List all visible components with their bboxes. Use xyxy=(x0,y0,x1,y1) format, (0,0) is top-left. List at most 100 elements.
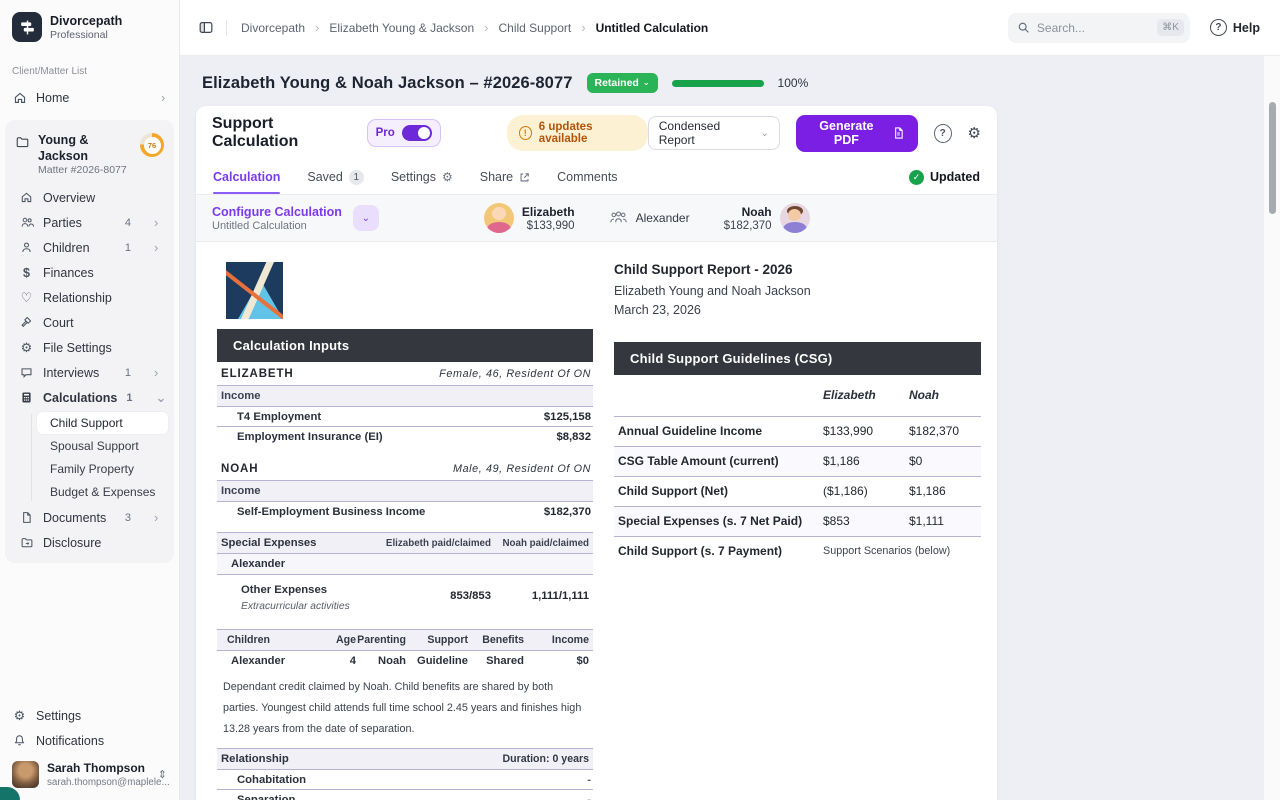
csg-column: Child Support Report - 2026 Elizabeth Yo… xyxy=(614,260,981,800)
pdf-document-icon xyxy=(892,126,905,140)
party-alexander[interactable]: Alexander xyxy=(609,210,690,227)
help-button[interactable]: ? Help xyxy=(1210,19,1260,36)
tab-saved[interactable]: Saved1 xyxy=(307,160,363,194)
user-email: sarah.thompson@maplele... xyxy=(47,777,150,788)
search-field[interactable] xyxy=(1037,21,1137,35)
user-avatar xyxy=(12,761,39,788)
chevron-right-icon: › xyxy=(161,91,169,104)
table-row: Special Expenses (s. 7 Net Paid) $853 $1… xyxy=(614,506,981,536)
configure-calculation-link[interactable]: Configure Calculation xyxy=(212,204,342,220)
sidebar-item-calculations[interactable]: Calculations 1 ⌄ xyxy=(7,385,172,410)
search-shortcut: ⌘K xyxy=(1157,19,1184,36)
calculation-inputs-column: Calculation Inputs ELIZABETH Female, 46,… xyxy=(217,260,593,800)
divorcepath-logo-icon xyxy=(12,12,42,42)
calculation-inputs-header: Calculation Inputs xyxy=(217,329,593,362)
chevron-right-icon: › xyxy=(484,20,488,35)
sidebar: Divorcepath Professional Client/Matter L… xyxy=(0,0,180,800)
sidebar-item-home[interactable]: Home › xyxy=(0,85,179,110)
status-badge[interactable]: Retained ⌄ xyxy=(587,73,658,93)
chevron-down-icon: ⌄ xyxy=(362,213,370,224)
configure-expand-button[interactable]: ⌄ xyxy=(353,205,379,231)
report-title-block: Child Support Report - 2026 Elizabeth Yo… xyxy=(614,262,981,321)
special-expenses-header: Special Expenses Elizabeth paid/claimed … xyxy=(217,532,593,554)
check-icon: ✓ xyxy=(909,170,924,185)
folder-icon xyxy=(15,135,30,149)
breadcrumb-child-support[interactable]: Child Support xyxy=(499,21,572,35)
documents-count: 3 xyxy=(125,512,131,524)
tab-share[interactable]: Share xyxy=(480,160,530,194)
progress-bar xyxy=(672,80,764,87)
elizabeth-avatar xyxy=(484,203,514,233)
sidebar-item-parties[interactable]: Parties 4 › xyxy=(7,210,172,235)
sidebar-toggle-icon[interactable] xyxy=(198,20,214,35)
calculator-icon xyxy=(19,391,34,404)
table-row: Alexander 4 Noah Guideline Shared $0 xyxy=(217,651,593,671)
party-noah[interactable]: Noah $182,370 xyxy=(724,203,810,233)
matter-card: Young & Jackson Matter #2026-8077 76 Ove… xyxy=(5,120,174,563)
interviews-count: 1 xyxy=(125,367,131,379)
table-row: Cohabitation - xyxy=(217,770,593,789)
matter-progress-ring: 76 xyxy=(140,133,164,157)
pro-toggle[interactable]: Pro xyxy=(367,119,441,147)
chevron-right-icon: › xyxy=(315,20,319,35)
support-calculation-card: Support Calculation Pro ! 6 updates avai… xyxy=(196,106,997,800)
sidebar-subitem-child-support[interactable]: Child Support xyxy=(37,412,168,434)
matter-header[interactable]: Young & Jackson Matter #2026-8077 76 xyxy=(7,126,172,185)
report-type-select[interactable]: Condensed Report ⌄ xyxy=(648,116,780,150)
tab-calculation[interactable]: Calculation xyxy=(213,160,280,194)
sidebar-item-court[interactable]: Court xyxy=(7,310,172,335)
toggle-switch-on[interactable] xyxy=(402,125,432,141)
gear-icon: ⚙ xyxy=(19,340,34,356)
generate-pdf-button[interactable]: Generate PDF xyxy=(796,115,918,152)
sidebar-item-children[interactable]: Children 1 › xyxy=(7,235,172,260)
elizabeth-income: $133,990 xyxy=(522,220,575,232)
sidebar-item-notifications[interactable]: Notifications xyxy=(10,728,169,753)
breadcrumb-matter[interactable]: Elizabeth Young & Jackson xyxy=(329,21,474,35)
alert-icon: ! xyxy=(519,126,532,140)
sidebar-item-relationship[interactable]: ♡ Relationship xyxy=(7,285,172,310)
heart-icon: ♡ xyxy=(19,290,34,306)
card-help-icon[interactable]: ? xyxy=(934,124,952,143)
party-elizabeth[interactable]: Elizabeth $133,990 xyxy=(484,203,575,233)
sidebar-item-disclosure[interactable]: Disclosure xyxy=(7,530,172,555)
chevron-down-icon: ⌄ xyxy=(761,128,769,139)
sidebar-item-file-settings[interactable]: ⚙ File Settings xyxy=(7,335,172,360)
client-matter-list-label: Client/Matter List xyxy=(12,66,167,77)
help-icon: ? xyxy=(1210,19,1227,36)
sidebar-subitem-budget-expenses[interactable]: Budget & Expenses xyxy=(37,481,168,503)
sidebar-subitem-spousal-support[interactable]: Spousal Support xyxy=(37,435,168,457)
search-input[interactable]: ⌘K xyxy=(1008,13,1190,43)
sidebar-item-settings[interactable]: ⚙ Settings xyxy=(10,703,169,728)
tab-bar: Calculation Saved1 Settings⚙ Share Comme… xyxy=(196,160,997,195)
calculations-count: 1 xyxy=(126,392,132,404)
sidebar-subitem-family-property[interactable]: Family Property xyxy=(37,458,168,480)
tab-comments[interactable]: Comments xyxy=(557,160,617,194)
gear-icon: ⚙ xyxy=(12,708,27,724)
configure-row: Configure Calculation Untitled Calculati… xyxy=(196,195,997,242)
sidebar-item-documents[interactable]: Documents 3 › xyxy=(7,505,172,530)
user-menu[interactable]: Sarah Thompson sarah.thompson@maplele...… xyxy=(10,761,169,788)
sidebar-item-interviews[interactable]: Interviews 1 › xyxy=(7,360,172,385)
relationship-header: Relationship Duration: 0 years xyxy=(217,748,593,770)
updated-status: ✓ Updated xyxy=(909,160,980,194)
updates-available-banner[interactable]: ! 6 updates available xyxy=(507,115,648,151)
tab-settings[interactable]: Settings⚙ xyxy=(391,160,453,194)
sidebar-item-overview[interactable]: Overview xyxy=(7,185,172,210)
table-row: Separation - xyxy=(217,789,593,800)
card-header: Support Calculation Pro ! 6 updates avai… xyxy=(196,106,997,160)
csg-header: Child Support Guidelines (CSG) xyxy=(614,342,981,375)
breadcrumb-current: Untitled Calculation xyxy=(596,21,709,35)
scrollbar-thumb[interactable] xyxy=(1269,102,1276,214)
card-title: Support Calculation xyxy=(212,115,353,151)
user-name: Sarah Thompson xyxy=(47,761,150,777)
matter-number: Matter #2026-8077 xyxy=(38,164,132,176)
brand-tier: Professional xyxy=(50,29,122,41)
table-row: CSG Table Amount (current) $1,186 $0 xyxy=(614,446,981,476)
card-settings-icon[interactable]: ⚙ xyxy=(968,124,981,142)
scrollbar-track[interactable] xyxy=(1264,56,1280,800)
sidebar-item-finances[interactable]: $ Finances xyxy=(7,260,172,285)
report-logo-image xyxy=(226,262,283,319)
breadcrumb-divorcepath[interactable]: Divorcepath xyxy=(241,21,305,35)
table-row: Child Support (s. 7 Payment) Support Sce… xyxy=(614,536,981,566)
gavel-icon xyxy=(19,316,34,329)
